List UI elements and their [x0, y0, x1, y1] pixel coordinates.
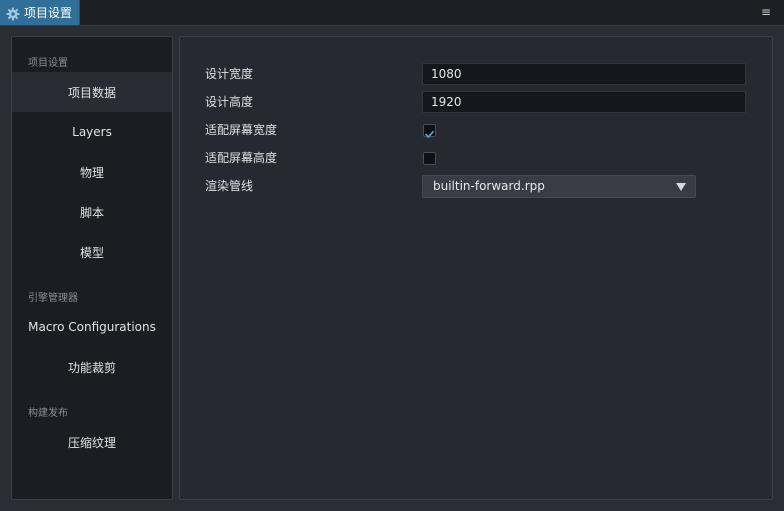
render-pipeline-value: builtin-forward.rpp [433, 179, 545, 193]
settings-sidebar: 项目设置 项目数据 Layers 物理 脚本 模型 引擎管理器 Macro Co… [11, 36, 173, 500]
design-height-label: 设计高度 [205, 95, 254, 109]
render-pipeline-label: 渲染管线 [205, 179, 254, 193]
render-pipeline-select[interactable]: builtin-forward.rpp [422, 175, 696, 198]
fit-width-checkbox[interactable] [423, 124, 436, 138]
sidebar-group-title: 项目设置 [28, 58, 68, 69]
sidebar-item-feature-cropping[interactable]: 功能裁剪 [12, 347, 172, 387]
sidebar-item-physics[interactable]: 物理 [12, 152, 172, 192]
sidebar-item-macro-configurations[interactable]: Macro Configurations [12, 307, 172, 347]
project-data-panel: 设计宽度 设计高度 适配屏幕宽度 适配屏幕高度 渲染管线 builtin-for… [179, 36, 773, 500]
chevron-down-icon [676, 183, 686, 191]
gear-icon [6, 6, 20, 20]
sidebar-item-project-data[interactable]: 项目数据 [12, 72, 172, 112]
sidebar-item-scripts[interactable]: 脚本 [12, 192, 172, 232]
tab-project-settings[interactable]: 项目设置 [0, 0, 80, 25]
checkmark-icon [425, 130, 434, 138]
sidebar-group-title: 构建发布 [28, 408, 68, 419]
fit-width-label: 适配屏幕宽度 [205, 123, 278, 137]
design-width-label: 设计宽度 [205, 67, 254, 81]
sidebar-item-models[interactable]: 模型 [12, 232, 172, 272]
hamburger-menu-icon[interactable]: ≡ [760, 4, 772, 20]
design-height-input[interactable] [422, 91, 746, 113]
tab-title: 项目设置 [24, 6, 73, 20]
fit-height-label: 适配屏幕高度 [205, 151, 278, 165]
sidebar-group-title: 引擎管理器 [28, 293, 78, 304]
sidebar-item-texture-compression[interactable]: 压缩纹理 [12, 422, 172, 462]
sidebar-item-layers[interactable]: Layers [12, 112, 172, 152]
design-width-input[interactable] [422, 63, 746, 85]
fit-height-checkbox[interactable] [423, 152, 436, 165]
title-bar: 项目设置 ≡ [0, 0, 784, 26]
